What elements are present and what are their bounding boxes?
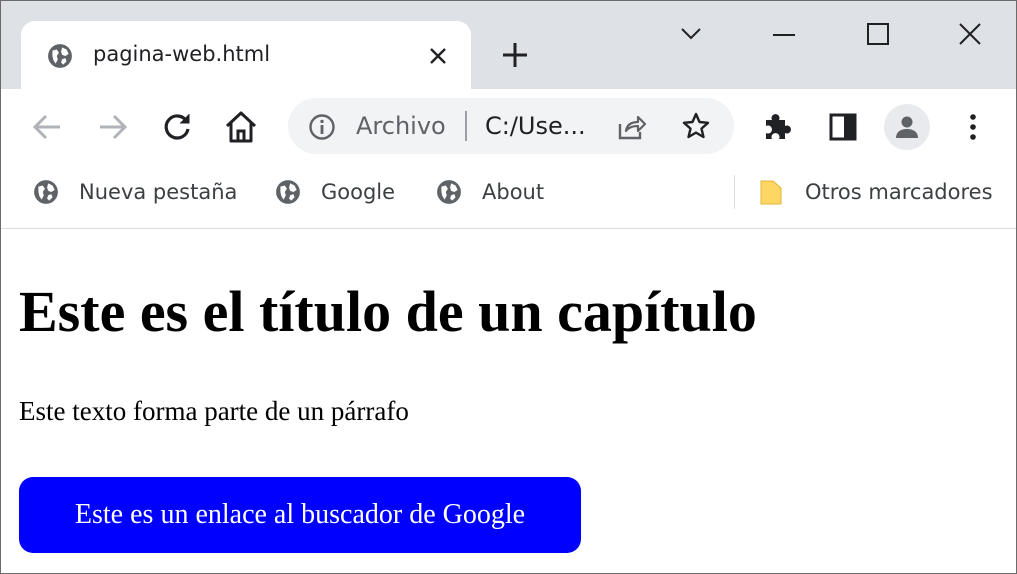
folder-icon xyxy=(760,180,782,205)
globe-icon xyxy=(48,44,72,68)
profile-button[interactable] xyxy=(884,104,930,150)
plus-icon[interactable] xyxy=(499,39,531,71)
info-icon[interactable] xyxy=(308,113,336,141)
home-button[interactable] xyxy=(223,109,259,145)
share-icon[interactable] xyxy=(616,112,646,142)
minimize-icon[interactable] xyxy=(769,19,799,49)
omnibox-divider xyxy=(465,111,467,141)
bookmark-label: Nueva pestaña xyxy=(79,180,238,204)
maximize-icon[interactable] xyxy=(863,19,893,49)
reload-button[interactable] xyxy=(159,109,195,145)
chevron-down-icon[interactable] xyxy=(676,19,706,49)
tab-title: pagina-web.html xyxy=(93,42,271,66)
puzzle-icon xyxy=(766,114,791,139)
menu-button[interactable] xyxy=(955,109,991,145)
globe-icon xyxy=(276,180,300,204)
bookmark-label: Google xyxy=(321,180,396,204)
side-panel-icon xyxy=(829,113,857,141)
bookmark-nueva-pestana[interactable]: Nueva pestaña xyxy=(33,177,237,207)
url-text[interactable]: C:/Use... xyxy=(485,112,586,140)
person-icon xyxy=(896,116,918,138)
bookmarks-bar: Nueva pestaña Google About Otros marcado… xyxy=(1,161,1016,229)
page-heading: Este es el título de un capítulo xyxy=(19,279,757,344)
arrow-right-icon xyxy=(100,114,128,140)
scheme-label: Archivo xyxy=(356,112,446,140)
google-link-button[interactable]: Este es un enlace al buscador de Google xyxy=(19,477,581,553)
bookmark-label: About xyxy=(482,180,545,204)
arrow-left-icon xyxy=(32,114,60,140)
globe-icon xyxy=(34,180,58,204)
bookmark-label: Otros marcadores xyxy=(805,180,993,204)
bookmark-about[interactable]: About xyxy=(436,177,544,207)
window-close-icon[interactable] xyxy=(955,19,985,49)
bookmark-google[interactable]: Google xyxy=(275,177,395,207)
back-button[interactable] xyxy=(29,109,65,145)
close-icon[interactable] xyxy=(425,43,451,69)
page-content: Este es el título de un capítulo Este te… xyxy=(1,230,1016,573)
kebab-menu-icon xyxy=(970,114,976,140)
bookmark-other-folder[interactable]: Otros marcadores xyxy=(759,177,993,207)
globe-icon xyxy=(437,180,461,204)
star-icon[interactable] xyxy=(681,111,711,141)
bookmarks-divider xyxy=(734,175,735,209)
address-bar[interactable]: Archivo C:/Use... xyxy=(288,98,734,154)
toolbar: Archivo C:/Use... xyxy=(1,89,1016,161)
page-paragraph: Este texto forma parte de un párrafo xyxy=(19,396,409,426)
browser-window: pagina-web.html Archivo C:/Use... Nueva … xyxy=(0,0,1017,574)
forward-button[interactable] xyxy=(95,109,131,145)
home-icon xyxy=(225,111,257,143)
tab-active[interactable]: pagina-web.html xyxy=(21,21,471,89)
reload-icon xyxy=(164,114,190,140)
side-panel-button[interactable] xyxy=(825,109,861,145)
extensions-button[interactable] xyxy=(759,109,795,145)
tab-strip: pagina-web.html xyxy=(1,1,1016,89)
